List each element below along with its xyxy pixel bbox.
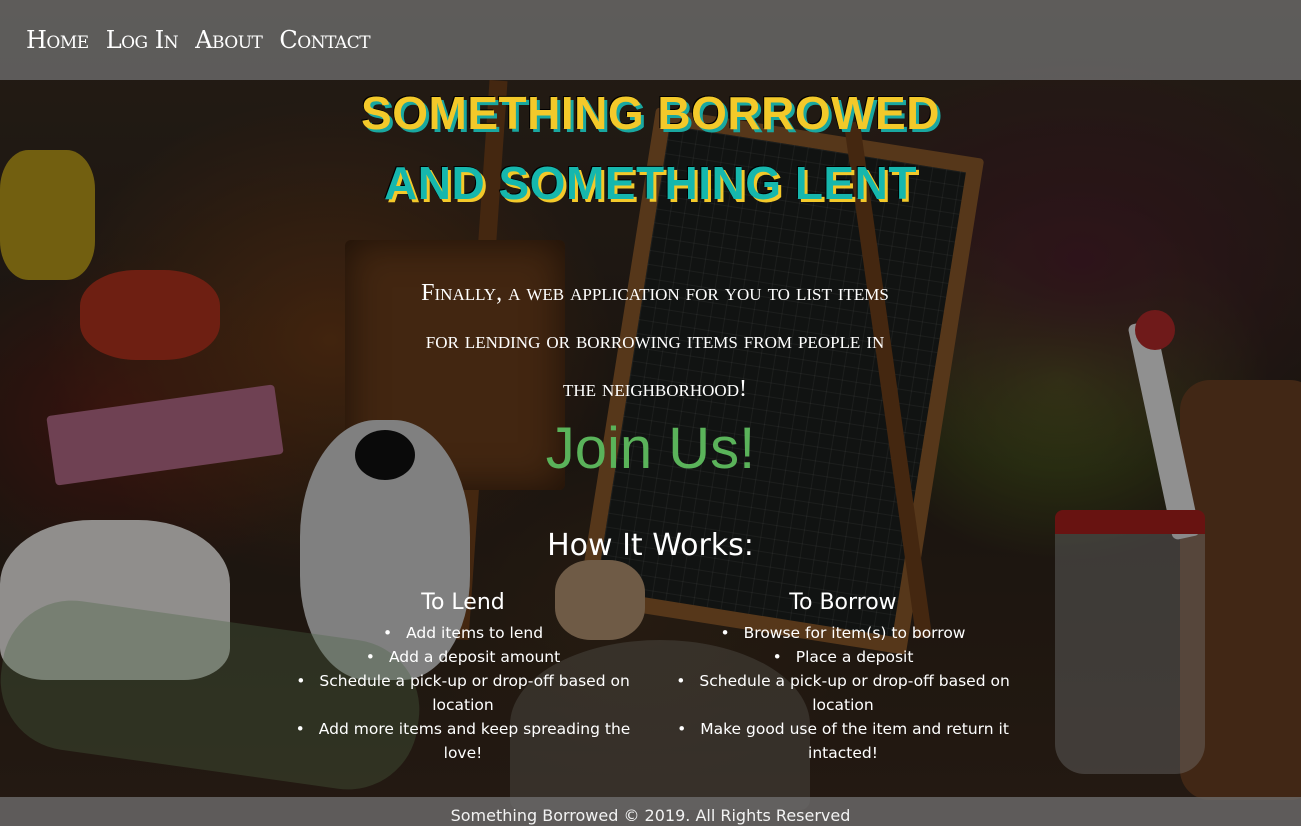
to-borrow-heading: To Borrow <box>789 590 897 615</box>
to-lend-list: Add items to lend Add a deposit amount S… <box>293 621 633 765</box>
to-lend-section: To Lend Add items to lend Add a deposit … <box>293 590 633 765</box>
hero-title-line2: And Something Lent <box>384 157 917 209</box>
nav-about-link[interactable]: About <box>195 26 263 54</box>
footer-copyright: Something Borrowed © 2019. All Rights Re… <box>450 806 851 825</box>
to-lend-heading: To Lend <box>421 590 505 615</box>
hero-tagline: Finally, a web application for you to li… <box>421 280 889 402</box>
hero-title-line1: Something Borrowed <box>361 87 940 139</box>
list-item: Schedule a pick-up or drop-off based on … <box>673 669 1013 717</box>
page-footer: Something Borrowed © 2019. All Rights Re… <box>0 797 1301 826</box>
list-item: Add more items and keep spreading the lo… <box>293 717 633 765</box>
join-us-link[interactable]: Join Us! <box>0 415 1301 482</box>
list-item: Make good use of the item and return it … <box>673 717 1013 765</box>
nav-contact-link[interactable]: Contact <box>279 26 370 54</box>
nav-login-link[interactable]: Log In <box>106 26 179 54</box>
to-borrow-list: Browse for item(s) to borrow Place a dep… <box>673 621 1013 765</box>
list-item: Schedule a pick-up or drop-off based on … <box>293 669 633 717</box>
list-item: Browse for item(s) to borrow <box>673 621 1013 645</box>
list-item: Add a deposit amount <box>293 645 633 669</box>
nav-home-link[interactable]: Home <box>26 26 89 54</box>
to-borrow-section: To Borrow Browse for item(s) to borrow P… <box>673 590 1013 765</box>
list-item: Place a deposit <box>673 645 1013 669</box>
how-it-works-heading: How It Works: <box>547 528 754 563</box>
list-item: Add items to lend <box>293 621 633 645</box>
top-navbar: Home Log In About Contact <box>0 0 1301 80</box>
